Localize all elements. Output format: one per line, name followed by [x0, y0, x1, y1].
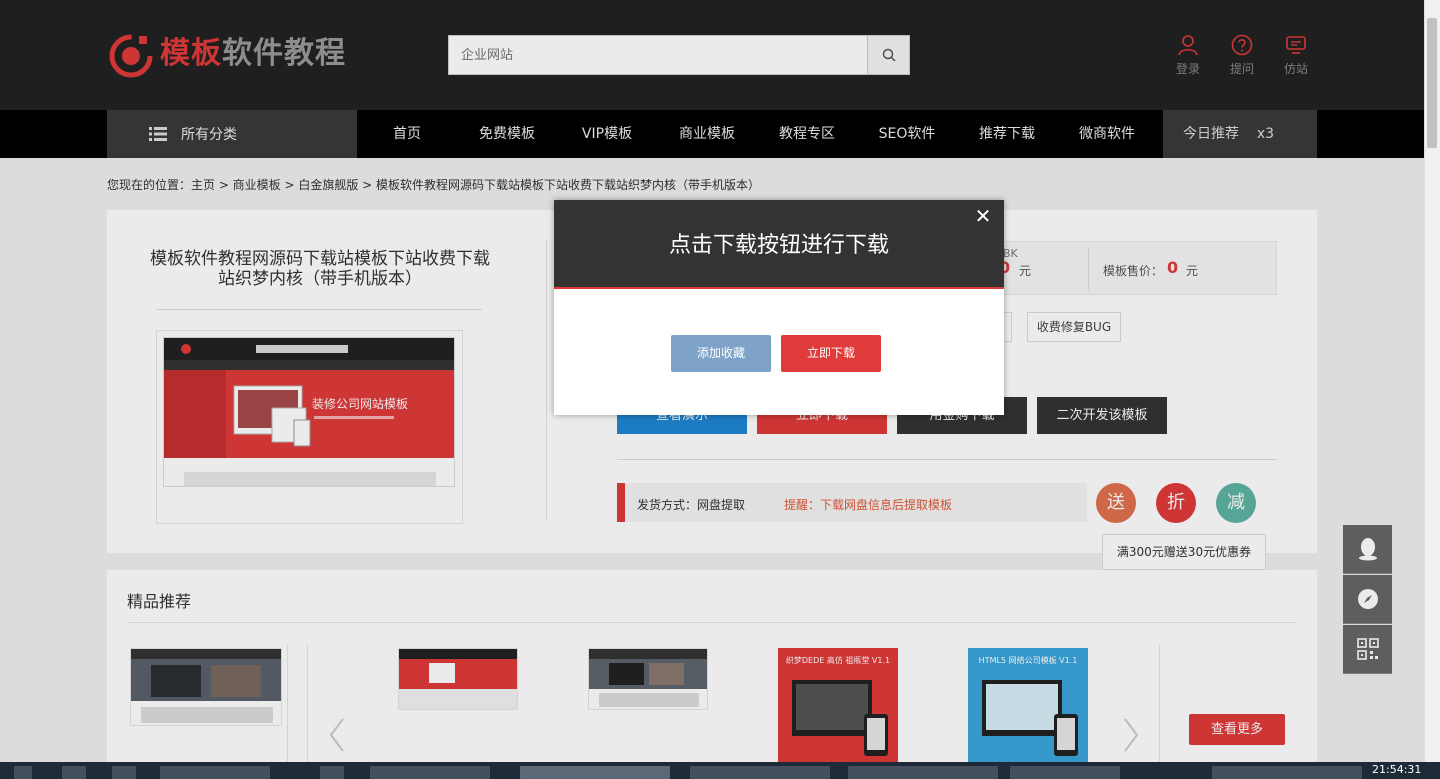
taskbar-app[interactable] — [112, 766, 136, 779]
taskbar-app[interactable] — [160, 766, 270, 779]
taskbar-app[interactable] — [370, 766, 490, 779]
start-button[interactable] — [14, 766, 32, 779]
taskbar-clock: 21:54:31 — [1372, 763, 1422, 776]
taskbar-app[interactable] — [848, 766, 998, 779]
modal-download-button[interactable]: 立即下载 — [781, 335, 881, 372]
system-tray[interactable] — [1212, 766, 1362, 779]
add-favorite-button[interactable]: 添加收藏 — [671, 335, 771, 372]
taskbar-app-active[interactable] — [520, 766, 670, 779]
taskbar-app[interactable] — [690, 766, 830, 779]
taskbar-app[interactable] — [62, 766, 86, 779]
close-icon[interactable]: ✕ — [972, 205, 994, 227]
modal-title: 点击下载按钮进行下载 — [668, 233, 889, 258]
taskbar-app[interactable] — [1010, 766, 1120, 779]
taskbar-app[interactable] — [320, 766, 344, 779]
scrollbar-thumb[interactable] — [1427, 18, 1437, 148]
